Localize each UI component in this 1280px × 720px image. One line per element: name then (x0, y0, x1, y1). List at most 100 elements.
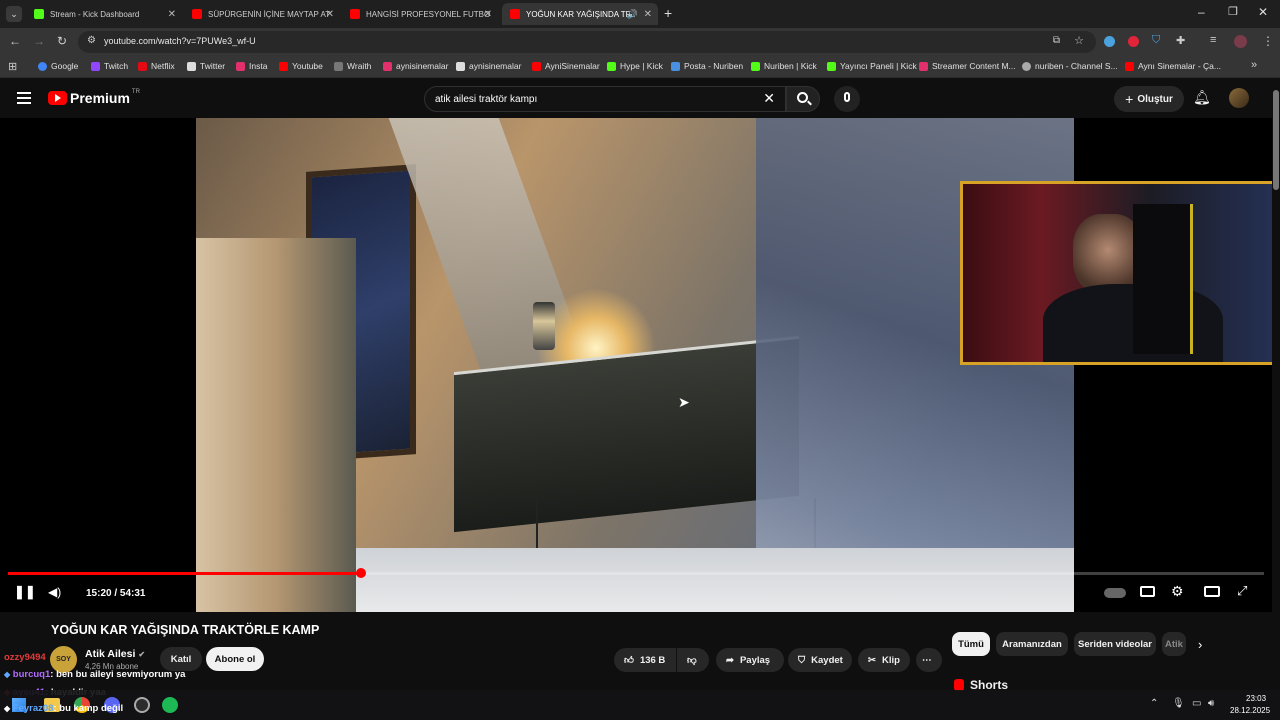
extension-icon[interactable] (1104, 36, 1115, 47)
media-icon[interactable]: ≡ (1210, 34, 1216, 46)
tray-chevron-icon[interactable]: ⌃ (1150, 698, 1158, 709)
spotify-icon[interactable] (162, 697, 178, 713)
microphone-tray-icon[interactable]: 🎙︎ (1172, 698, 1185, 709)
close-icon[interactable]: ✕ (168, 9, 176, 20)
bookmark-netflix[interactable]: Netflix (138, 61, 175, 71)
pause-button[interactable]: ❚❚ (14, 584, 36, 600)
instagram-icon (919, 61, 928, 71)
shield-icon[interactable]: ⛉ (1152, 34, 1160, 47)
extension-icon[interactable] (1128, 36, 1139, 47)
display-tray-icon[interactable]: ▭ (1192, 698, 1201, 709)
speaker-icon[interactable]: 🔊 (627, 9, 638, 20)
floor (356, 548, 1074, 612)
bookmark-streamer-content[interactable]: Streamer Content M... (919, 61, 1016, 71)
bookmark-wraith[interactable]: Wraith (334, 61, 371, 71)
back-icon[interactable]: ← (9, 34, 21, 48)
chip-all[interactable]: Tümü (952, 632, 990, 656)
close-window-icon[interactable]: ✕ (1258, 5, 1268, 19)
volume-tray-icon[interactable]: 🔊︎ (1208, 698, 1214, 709)
obs-icon[interactable] (134, 697, 150, 713)
like-button[interactable]: 👍︎ 136 B (614, 648, 676, 672)
time-display: 15:20 / 54:31 (86, 588, 146, 599)
close-icon[interactable]: ✕ (644, 9, 652, 20)
more-bookmarks-icon[interactable]: » (1251, 59, 1257, 71)
clip-button[interactable]: ✂ Klip (858, 648, 910, 672)
page-scrollbar[interactable] (1272, 78, 1280, 690)
bookmark-aynisinemalar-yt[interactable]: AyniSinemalar (532, 61, 600, 71)
tab-youtube-2[interactable]: HANGİSİ PROFESYONEL FUTBO ✕ (342, 3, 498, 25)
bookmark-insta[interactable]: Insta (236, 61, 267, 71)
progress-bar[interactable] (8, 568, 1264, 578)
chip-series[interactable]: Seriden videolar (1074, 632, 1156, 656)
more-actions-button[interactable]: ⋯ (916, 648, 942, 672)
bookmark-yayinci-paneli[interactable]: Yayıncı Paneli | Kick (827, 61, 917, 71)
bookmark-google[interactable]: Google (38, 61, 78, 71)
subtitles-icon[interactable] (1140, 586, 1155, 597)
clear-search-icon[interactable]: ✕ (763, 90, 775, 107)
bookmark-star-icon[interactable]: ☆ (1074, 34, 1084, 47)
account-avatar[interactable] (1229, 88, 1249, 108)
bookmark-ayni-sinemalar[interactable]: Aynı Sinemalar - Ça... (1125, 61, 1221, 71)
site-info-icon[interactable]: ⚙ (87, 35, 96, 46)
create-button[interactable]: + Oluştur (1114, 86, 1184, 112)
channel-name[interactable]: Atik Ailesi ✔ (85, 648, 145, 660)
bookmark-nuriben-channel[interactable]: nuriben - Channel S... (1022, 61, 1118, 71)
voice-search-button[interactable] (834, 86, 860, 112)
chevron-right-icon[interactable]: › (1198, 637, 1202, 652)
autoplay-toggle[interactable] (1104, 588, 1126, 598)
search-query[interactable]: atik ailesi traktör kampı (435, 94, 537, 105)
restore-icon[interactable]: ❐ (1228, 5, 1238, 18)
progress-scrubber[interactable] (356, 568, 366, 578)
apps-icon[interactable]: ⊞ (8, 60, 17, 73)
premium-label: Premium (70, 90, 130, 106)
hamburger-menu-icon[interactable] (17, 92, 31, 104)
bookmark-aynisinemalar-ig[interactable]: aynisinemalar (383, 61, 448, 71)
netflix-icon (138, 61, 147, 71)
close-icon[interactable]: ✕ (326, 9, 334, 20)
youtube-logo[interactable]: Premium TR (48, 89, 140, 106)
address-bar[interactable]: ⚙ youtube.com/watch?v=7PUWe3_wf-U ⧉ ☆ (78, 31, 1096, 53)
profile-icon[interactable] (1234, 35, 1247, 48)
bookmark-twitter[interactable]: Twitter (187, 61, 225, 71)
minimize-icon[interactable]: – (1198, 5, 1205, 19)
search-button[interactable] (786, 86, 820, 112)
dislike-button[interactable]: 👎︎ (677, 648, 709, 672)
volume-icon[interactable]: ◀︎) (48, 585, 61, 599)
save-button[interactable]: ⛉ Kaydet (788, 648, 852, 672)
chip-from-search[interactable]: Aramanızdan (996, 632, 1068, 656)
reload-icon[interactable]: ↻ (57, 34, 67, 48)
menu-icon[interactable]: ⋮ (1262, 34, 1274, 48)
search-input[interactable]: atik ailesi traktör kampı ✕ (424, 86, 786, 112)
install-icon[interactable]: ⧉ (1053, 35, 1060, 46)
bookmark-youtube[interactable]: Youtube (279, 61, 323, 71)
clock-time[interactable]: 23:03 (1246, 694, 1266, 703)
tab-kick-dashboard[interactable]: Stream - Kick Dashboard ✕ (26, 3, 182, 25)
new-tab-icon[interactable]: + (664, 5, 672, 21)
settings-gear-icon[interactable]: ⚙ (1171, 583, 1184, 600)
puzzle-icon[interactable]: ✚ (1176, 34, 1185, 47)
subscribe-button[interactable]: Abone ol (206, 647, 264, 671)
theater-mode-icon[interactable] (1204, 586, 1220, 597)
video-frame[interactable] (196, 118, 1074, 612)
bookmark-twitch[interactable]: Twitch (91, 61, 128, 71)
bookmarks-bar: ⊞ Google Twitch Netflix Twitter Insta Yo… (0, 56, 1280, 78)
forward-icon[interactable]: → (33, 34, 45, 48)
video-player[interactable]: ➤ ❚❚ ◀︎) 15:20 / 54:31 ⚙ ⤢ (0, 118, 1278, 612)
tab-youtube-1[interactable]: SÜPÜRGENİN İÇİNE MAYTAP AT ✕ (184, 3, 340, 25)
close-icon[interactable]: ✕ (484, 9, 492, 20)
notifications-bell-icon[interactable]: 🔔︎ (1193, 89, 1211, 106)
youtube-icon (1125, 61, 1134, 71)
join-button[interactable]: Katıl (160, 647, 202, 671)
chip-atik[interactable]: Atik (1162, 632, 1186, 656)
bookmark-nuriben-kick[interactable]: Nuriben | Kick (751, 61, 817, 71)
tab-youtube-active[interactable]: YOĞUN KAR YAĞIŞINDA TR 🔊 ✕ (502, 3, 658, 25)
bookmark-hype-kick[interactable]: Hype | Kick (607, 61, 663, 71)
scrollbar-thumb[interactable] (1273, 90, 1279, 190)
bookmark-posta[interactable]: Posta - Nuriben (671, 61, 743, 71)
url-text[interactable]: youtube.com/watch?v=7PUWe3_wf-U (104, 36, 256, 46)
share-button[interactable]: ➦ Paylaş (716, 648, 784, 672)
fullscreen-icon[interactable]: ⤢ (1237, 583, 1247, 599)
clock-date[interactable]: 28.12.2025 (1230, 706, 1270, 715)
tab-search-icon[interactable]: ⌄ (6, 6, 22, 22)
bookmark-aynisinemalar-x[interactable]: aynisinemalar (456, 61, 521, 71)
